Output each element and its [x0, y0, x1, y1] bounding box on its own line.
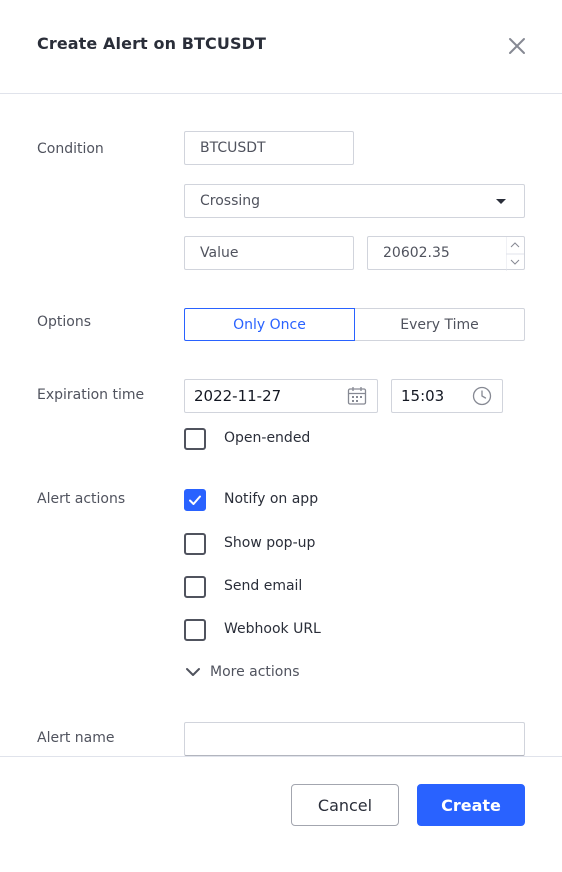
close-icon[interactable] — [505, 34, 529, 58]
checkmark-icon — [189, 495, 201, 505]
value-stepper[interactable] — [506, 237, 524, 271]
more-actions-label: More actions — [210, 664, 300, 680]
cancel-button[interactable]: Cancel — [291, 784, 399, 826]
alert-actions-label: Alert actions — [37, 491, 126, 507]
option-only-once[interactable]: Only Once — [184, 308, 355, 341]
notify-on-app-label: Notify on app — [224, 491, 319, 507]
expiration-date-input[interactable]: 2022-11-27 — [184, 379, 378, 413]
open-ended-label: Open-ended — [224, 430, 311, 446]
show-popup-checkbox[interactable] — [184, 533, 206, 555]
webhook-url-label: Webhook URL — [224, 621, 321, 637]
chevron-down-icon — [186, 668, 200, 676]
caret-down-icon — [496, 199, 506, 204]
more-actions-toggle[interactable]: More actions — [184, 661, 300, 683]
open-ended-checkbox[interactable] — [184, 428, 206, 450]
value-input-text: 20602.35 — [383, 245, 450, 261]
create-button[interactable]: Create — [417, 784, 525, 826]
value-input[interactable]: 20602.35 — [367, 236, 525, 271]
send-email-label: Send email — [224, 578, 303, 594]
value-type-value: Value — [200, 245, 239, 261]
alert-name-label: Alert name — [37, 730, 115, 746]
option-every-time[interactable]: Every Time — [355, 308, 525, 341]
dialog-header: Create Alert on BTCUSDT — [0, 0, 562, 94]
expiration-label: Expiration time — [37, 387, 145, 403]
symbol-value: BTCUSDT — [200, 140, 266, 156]
symbol-field[interactable]: BTCUSDT — [184, 131, 354, 165]
option-every-time-label: Every Time — [400, 316, 479, 333]
options-label: Options — [37, 314, 92, 330]
value-type-select[interactable]: Value — [184, 236, 354, 270]
stepper-up-icon — [510, 242, 520, 248]
option-only-once-label: Only Once — [233, 316, 306, 333]
dialog-footer: Cancel Create — [0, 756, 562, 872]
condition-operator-value: Crossing — [200, 193, 261, 209]
notify-on-app-checkbox[interactable] — [184, 489, 206, 511]
expiration-time-value: 15:03 — [401, 387, 445, 405]
expiration-date-value: 2022-11-27 — [194, 387, 282, 405]
alert-name-input[interactable] — [184, 722, 525, 756]
webhook-url-checkbox[interactable] — [184, 619, 206, 641]
stepper-down-icon — [510, 259, 520, 265]
send-email-checkbox[interactable] — [184, 576, 206, 598]
condition-operator-select[interactable]: Crossing — [184, 184, 525, 218]
clock-icon[interactable] — [472, 386, 492, 410]
condition-label: Condition — [37, 141, 104, 157]
expiration-time-input[interactable]: 15:03 — [391, 379, 503, 413]
show-popup-label: Show pop-up — [224, 535, 316, 551]
dialog-title: Create Alert on BTCUSDT — [37, 34, 266, 53]
calendar-icon[interactable] — [347, 386, 367, 410]
